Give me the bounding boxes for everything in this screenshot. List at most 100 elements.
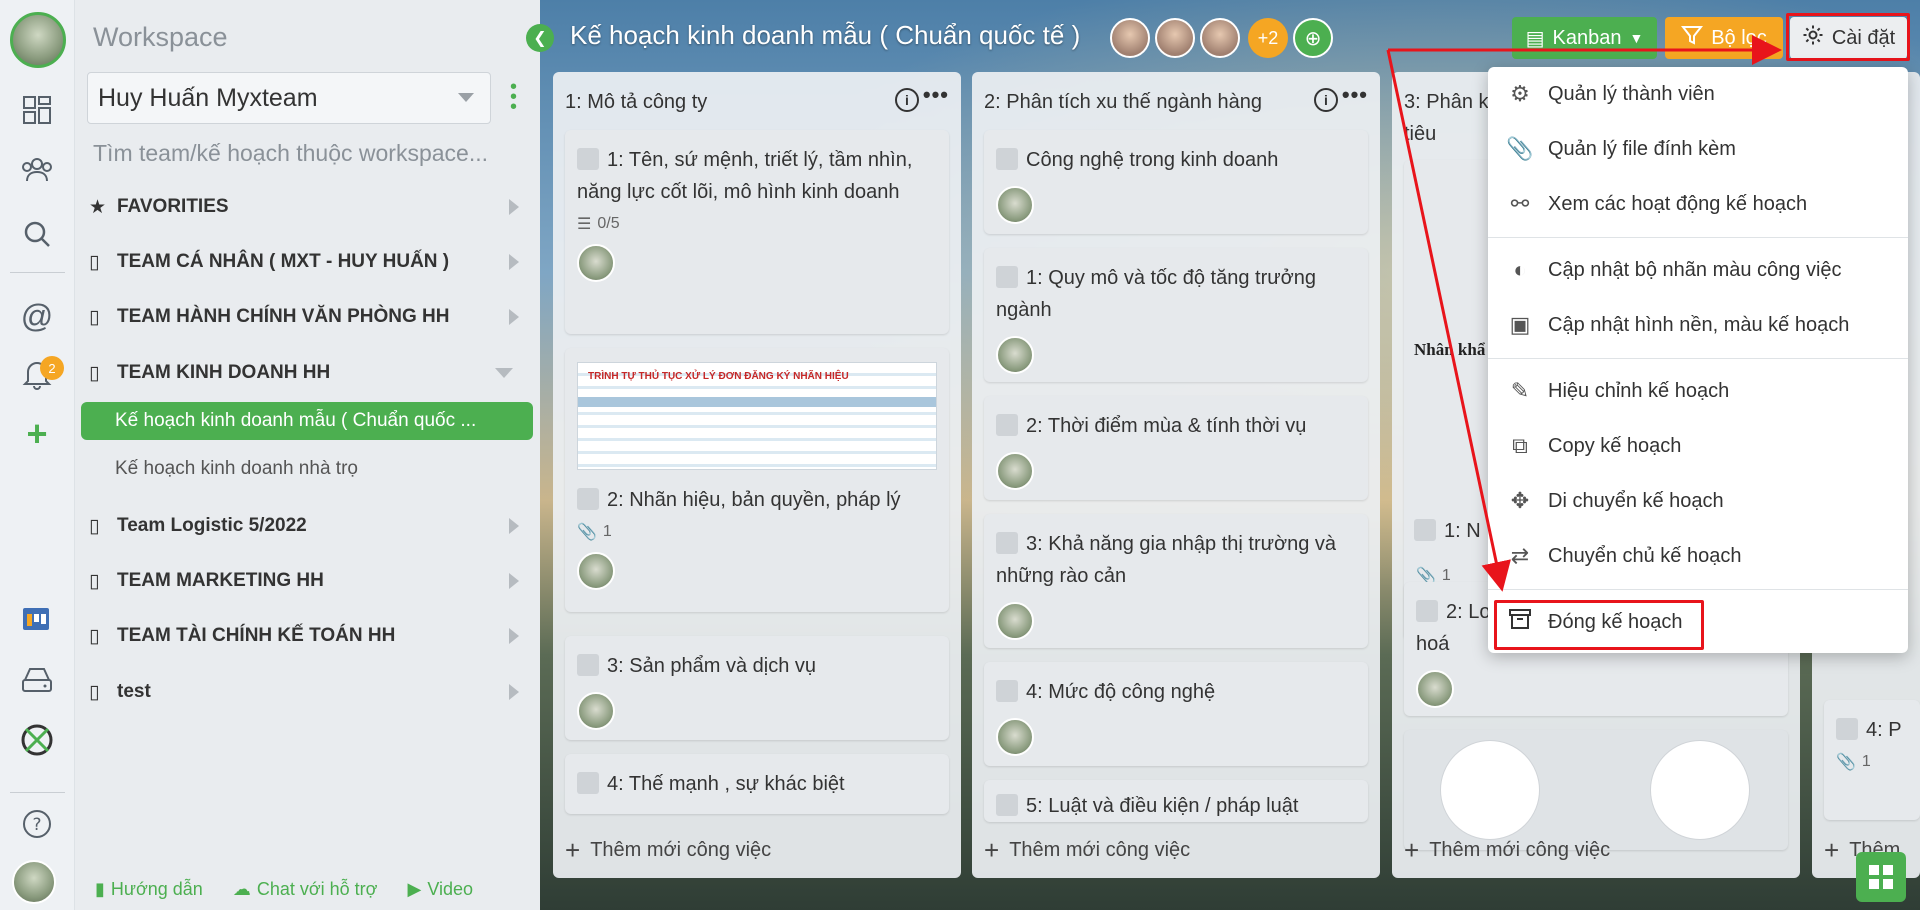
menu-item-manage-attachments[interactable]: 📎 Quản lý file đính kèm xyxy=(1488,122,1908,176)
add-task-button[interactable]: + Thêm mới công việc xyxy=(565,835,771,866)
task-checkbox[interactable] xyxy=(996,148,1018,170)
task-checkbox[interactable] xyxy=(1414,519,1436,541)
add-user-icon: ⊕ xyxy=(1304,27,1322,50)
kanban-view-button[interactable]: ▤ Kanban ▼ xyxy=(1512,17,1657,59)
task-checkbox[interactable] xyxy=(996,532,1018,554)
assignee-avatar[interactable] xyxy=(1416,670,1454,708)
menu-item-copy-plan[interactable]: ⧉ Copy kế hoạch xyxy=(1488,419,1908,473)
task-checkbox[interactable] xyxy=(577,654,599,676)
sidebar-plan-active[interactable]: Kế hoạch kinh doanh mẫu ( Chuẩn quốc ... xyxy=(81,402,533,440)
kebab-menu-icon[interactable]: • • • xyxy=(510,77,518,117)
task-checkbox[interactable] xyxy=(1416,600,1438,622)
task-card[interactable]: 4: Mức độ công nghệ xyxy=(984,662,1368,766)
book-icon: ▯ xyxy=(89,306,100,328)
task-checkbox[interactable] xyxy=(577,488,599,510)
guide-link[interactable]: ▮ Hướng dẫn xyxy=(95,879,203,900)
info-icon[interactable]: i xyxy=(1314,88,1338,112)
apps-grid-button[interactable] xyxy=(1856,852,1906,902)
task-card[interactable]: 3: Sản phẩm và dịch vụ xyxy=(565,636,949,740)
info-icon[interactable]: i xyxy=(895,88,919,112)
member-avatar[interactable] xyxy=(1155,18,1195,58)
search-icon[interactable] xyxy=(19,216,55,252)
assignee-avatar[interactable] xyxy=(577,552,615,590)
board-column: 2: Phân tích xu thế ngành hàng i ••• Côn… xyxy=(972,72,1380,878)
workspace-search-input[interactable]: Tìm team/kế hoạch thuộc workspace... xyxy=(93,140,523,167)
chat-support-link[interactable]: ☁ Chat với hỗ trợ xyxy=(233,879,378,900)
assignee-avatar[interactable] xyxy=(996,452,1034,490)
sidebar-item-team[interactable]: ▯ TEAM MARKETING HH xyxy=(89,561,529,601)
task-card[interactable]: 1: Quy mô và tốc độ tăng trưởng ngành xyxy=(984,248,1368,382)
menu-item-update-background[interactable]: ▣ Cập nhật hình nền, màu kế hoạch xyxy=(1488,298,1908,352)
plus-icon: + xyxy=(984,835,1000,865)
assignee-avatar[interactable] xyxy=(996,336,1034,374)
users-gear-icon: ⚙ xyxy=(1510,81,1530,106)
filter-button[interactable]: Bộ lọc xyxy=(1665,17,1783,59)
task-card[interactable]: 4: P 📎 1 xyxy=(1824,700,1920,820)
task-card[interactable]: 4: Thế mạnh , sự khác biệt xyxy=(565,754,949,814)
member-avatar[interactable] xyxy=(1110,18,1150,58)
menu-item-edit-plan[interactable]: ✎ Hiệu chỉnh kế hoạch xyxy=(1488,364,1908,418)
team-users-icon[interactable] xyxy=(19,152,55,188)
task-checkbox[interactable] xyxy=(577,772,599,794)
sidebar-item-team[interactable]: ▯ TEAM CÁ NHÂN ( MXT - HUY HUẤN ) xyxy=(89,242,529,282)
task-checkbox[interactable] xyxy=(996,266,1018,288)
assignee-avatar[interactable] xyxy=(996,718,1034,756)
task-card[interactable]: 3: Khả năng gia nhập thị trường và những… xyxy=(984,514,1368,648)
task-card[interactable] xyxy=(1404,730,1788,850)
app-logo-icon[interactable] xyxy=(19,722,55,758)
collapse-sidebar-button[interactable]: ❮ xyxy=(526,24,554,52)
task-card[interactable]: 1: Tên, sứ mệnh, triết lý, tầm nhìn, năn… xyxy=(565,130,949,334)
sidebar-item-team[interactable]: ▯ test xyxy=(89,672,529,712)
sidebar-item-team[interactable]: ▯ Team Logistic 5/2022 xyxy=(89,506,529,546)
sidebar-item-favorites[interactable]: ★ FAVORITIES xyxy=(89,187,529,227)
menu-item-manage-members[interactable]: ⚙ Quản lý thành viên xyxy=(1488,67,1908,121)
assignee-avatar[interactable] xyxy=(577,244,615,282)
book-icon: ▯ xyxy=(89,570,100,592)
mention-icon[interactable]: @ xyxy=(19,298,55,334)
board-view-icon[interactable] xyxy=(19,602,55,638)
transfer-owner-icon: ⇄ xyxy=(1510,543,1530,568)
task-card[interactable]: Công nghệ trong kinh doanh xyxy=(984,130,1368,234)
menu-item-view-activity[interactable]: ⚯ Xem các hoạt động kế hoạch xyxy=(1488,177,1908,231)
assignee-avatar[interactable] xyxy=(577,692,615,730)
profile-avatar[interactable] xyxy=(12,860,56,904)
chevron-right-icon xyxy=(509,254,519,270)
menu-item-transfer-owner[interactable]: ⇄ Chuyển chủ kế hoạch xyxy=(1488,529,1908,583)
task-checkbox[interactable] xyxy=(1836,718,1858,740)
more-options-icon[interactable]: ••• xyxy=(923,82,949,108)
help-icon[interactable]: ? xyxy=(19,806,55,842)
chevron-right-icon xyxy=(509,309,519,325)
add-icon[interactable]: + xyxy=(19,413,55,454)
task-card[interactable]: TRÌNH TỰ THỦ TỤC XỬ LÝ ĐƠN ĐĂNG KÝ NHÃN … xyxy=(565,348,949,612)
member-avatar[interactable] xyxy=(1200,18,1240,58)
activity-icon: ⚯ xyxy=(1510,191,1530,216)
chevron-down-icon xyxy=(458,93,474,102)
dashboard-icon[interactable] xyxy=(19,92,55,128)
task-checkbox[interactable] xyxy=(996,680,1018,702)
assignee-avatar[interactable] xyxy=(996,186,1034,224)
attachment-thumbnail[interactable]: TRÌNH TỰ THỦ TỤC XỬ LÝ ĐƠN ĐĂNG KÝ NHÃN … xyxy=(577,362,937,470)
task-checkbox[interactable] xyxy=(577,148,599,170)
sidebar-item-team[interactable]: ▯ TEAM HÀNH CHÍNH VĂN PHÒNG HH xyxy=(89,297,529,337)
sidebar-plan[interactable]: Kế hoạch kinh doanh nhà trọ xyxy=(81,450,533,488)
assignee-avatar[interactable] xyxy=(996,602,1034,640)
more-options-icon[interactable]: ••• xyxy=(1342,82,1368,108)
task-card[interactable]: 5: Luật và điều kiện / pháp luật xyxy=(984,780,1368,822)
task-card[interactable]: 2: Thời điểm mùa & tính thời vụ xyxy=(984,396,1368,500)
sidebar-item-team[interactable]: ▯ TEAM TÀI CHÍNH KẾ TOÁN HH xyxy=(89,616,529,656)
workspace-select[interactable]: Huy Huấn Myxteam xyxy=(87,72,491,124)
task-checkbox[interactable] xyxy=(996,414,1018,436)
kanban-icon: ▤ xyxy=(1525,27,1545,50)
add-task-button[interactable]: + Thêm mới công việc xyxy=(1404,835,1610,866)
add-member-button[interactable]: ⊕ xyxy=(1293,18,1333,58)
video-link[interactable]: ▶ Video xyxy=(407,879,473,900)
extra-members-badge[interactable]: +2 xyxy=(1248,18,1288,58)
menu-item-update-labels[interactable]: ◐ Cập nhật bộ nhãn màu công việc xyxy=(1488,243,1908,297)
add-task-button[interactable]: + Thêm mới công việc xyxy=(984,835,1190,866)
storage-drive-icon[interactable] xyxy=(19,662,55,698)
menu-item-move-plan[interactable]: ✥ Di chuyển kế hoạch xyxy=(1488,474,1908,528)
user-avatar[interactable] xyxy=(10,12,66,68)
sidebar-item-team-expanded[interactable]: ▯ TEAM KINH DOANH HH xyxy=(89,353,529,393)
paperclip-icon: 📎 xyxy=(1836,754,1856,771)
task-checkbox[interactable] xyxy=(996,794,1018,816)
